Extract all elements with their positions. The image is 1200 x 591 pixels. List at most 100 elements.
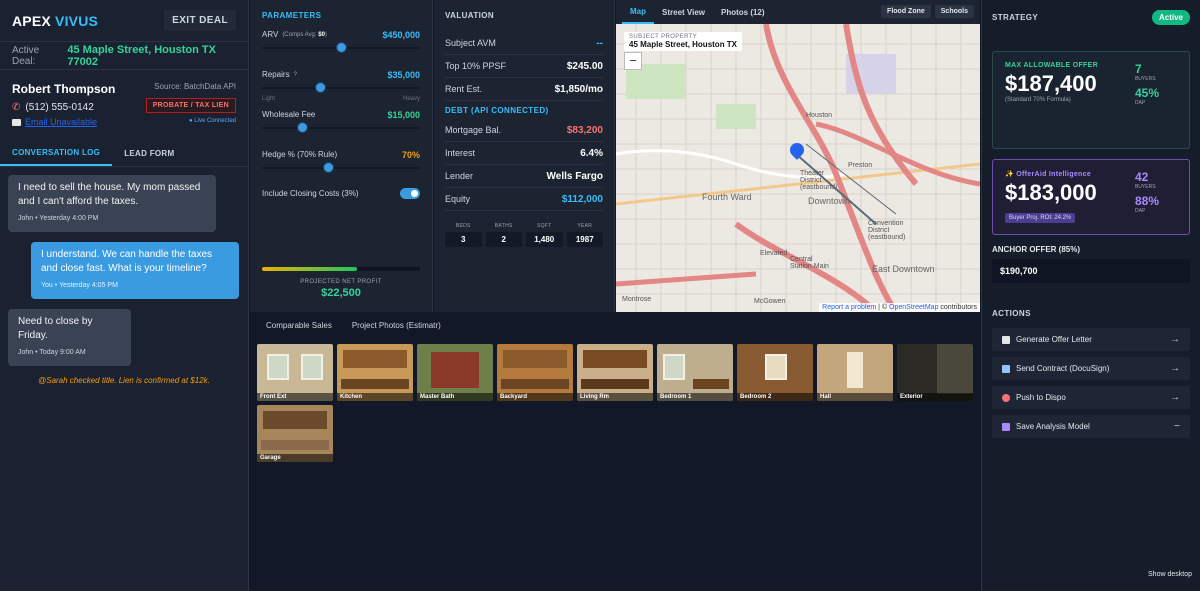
- roi-badge: Buyer Proj. ROI: 24.2%: [1005, 213, 1076, 223]
- wholesale-fee-knob[interactable]: [296, 122, 308, 133]
- map-label: Theater District (eastbound): [800, 170, 838, 191]
- valuation-row: Top 10% PPSF $245.00: [445, 55, 603, 78]
- active-deal-label: Active Deal:: [12, 44, 40, 67]
- map-label: Montrose: [622, 296, 652, 303]
- report-problem-link[interactable]: Report a problem: [822, 304, 876, 311]
- debt-row: Interest 6.4%: [445, 142, 603, 165]
- osm-link[interactable]: OpenStreetMap: [889, 304, 938, 311]
- lead-tag: PROBATE / TAX LIEN: [145, 98, 236, 113]
- repairs-slider[interactable]: Repairs ? $35,000: [262, 70, 420, 100]
- valuation-panel: VALUATION Subject AVM -- Top 10% PPSF $245…: [434, 0, 615, 312]
- minus-icon: −: [1174, 421, 1180, 432]
- photo-thumb[interactable]: Front Ext: [257, 344, 333, 401]
- tab-conversation-log[interactable]: CONVERSATION LOG: [0, 140, 113, 166]
- map-label: Fourth Ward: [702, 192, 752, 202]
- photo-thumb[interactable]: Bedroom 2: [737, 344, 813, 401]
- zoom-out-button[interactable]: −: [624, 52, 642, 70]
- strategy-panel: STRATEGY Active MAX ALLOWABLE OFFER $187…: [981, 0, 1200, 591]
- left-tabs: CONVERSATION LOG LEAD FORM: [0, 140, 248, 167]
- document-icon: [1002, 335, 1010, 344]
- send-contract-button[interactable]: Send Contract (DocuSign) →: [992, 357, 1190, 380]
- map-attribution: Report a problem | © OpenStreetMap contr…: [819, 303, 980, 312]
- debt-title: DEBT (API CONNECTED): [445, 106, 549, 115]
- generate-offer-letter-button[interactable]: Generate Offer Letter →: [992, 328, 1190, 351]
- photo-thumb[interactable]: Kitchen: [337, 344, 413, 401]
- closing-costs-label: Include Closing Costs (3%): [262, 189, 359, 198]
- map-label: Elevated: [760, 250, 788, 257]
- photo-thumb[interactable]: Backyard: [497, 344, 573, 401]
- flood-zone-button[interactable]: Flood Zone: [881, 5, 931, 18]
- schools-button[interactable]: Schools: [934, 5, 974, 18]
- debt-row: Lender Wells Fargo: [445, 165, 603, 188]
- app-root: APEX VIVUS EXIT DEAL Active Deal: 45 Map…: [0, 0, 1200, 591]
- hedge-knob[interactable]: [323, 162, 335, 173]
- hedge-slider[interactable]: Hedge % (70% Rule) 70%: [262, 150, 420, 180]
- anchor-offer-value[interactable]: $190,700: [992, 259, 1190, 283]
- tab-project-photos[interactable]: Project Photos (Estimatr): [342, 321, 451, 330]
- contact-card: Robert Thompson ✆ (512) 555-0142 Email Un…: [0, 70, 248, 140]
- message-bubble: I need to sell the house. My mom passed …: [8, 175, 216, 232]
- tab-street-view[interactable]: Street View: [654, 0, 713, 24]
- profit-label: PROJECTED NET PROFIT: [300, 279, 382, 285]
- valuation-row: Subject AVM --: [445, 32, 603, 55]
- map-label: Convention District (eastbound): [868, 220, 906, 241]
- photos-panel: Comparable Sales Project Photos (Estimat…: [250, 313, 980, 591]
- tab-lead-form[interactable]: LEAD FORM: [112, 140, 186, 166]
- subject-property-card: SUBJECT PROPERTY 45 Maple Street, Housto…: [624, 32, 743, 51]
- conversation-log: I need to sell the house. My mom passed …: [0, 167, 248, 393]
- arv-value: $450,000: [382, 30, 420, 40]
- tab-comparable-sales[interactable]: Comparable Sales: [256, 321, 342, 330]
- map-label: McGowen: [754, 298, 786, 305]
- closing-costs-toggle[interactable]: [400, 188, 420, 199]
- stat-baths: BATHS 2: [485, 223, 522, 247]
- photo-thumb[interactable]: Bedroom 1: [657, 344, 733, 401]
- arrow-right-icon: →: [1170, 363, 1180, 374]
- brand-logo: APEX VIVUS: [12, 12, 99, 29]
- tab-photos[interactable]: Photos (12): [713, 0, 773, 24]
- internal-note: @Sarah checked title. Lien is confirmed …: [38, 376, 210, 385]
- map-label: Central Station Main: [790, 256, 829, 270]
- arv-knob[interactable]: [336, 42, 347, 53]
- valuation-title: VALUATION: [445, 11, 495, 20]
- show-desktop-button[interactable]: Show desktop: [1148, 571, 1192, 578]
- push-to-dispo-button[interactable]: Push to Dispo →: [992, 386, 1190, 409]
- parameters-title: PARAMETERS: [262, 11, 322, 20]
- hedge-value: 70%: [401, 150, 420, 160]
- anchor-offer-label: ANCHOR OFFER (85%): [992, 245, 1081, 254]
- tab-map[interactable]: Map: [622, 0, 654, 24]
- active-deal: Active Deal: 45 Maple Street, Houston TX…: [0, 42, 248, 70]
- stat-beds: BEDS 3: [445, 223, 482, 247]
- offeraid-card: ✨ OfferAid Intelligence $183,000 Buyer P…: [992, 159, 1190, 235]
- photo-thumb[interactable]: Exterior: [897, 344, 973, 401]
- brand-bar: APEX VIVUS EXIT DEAL: [0, 0, 248, 42]
- mail-icon: [12, 118, 21, 126]
- map-label: Preston: [848, 162, 873, 169]
- lead-panel: APEX VIVUS EXIT DEAL Active Deal: 45 Map…: [0, 0, 249, 591]
- exit-deal-button[interactable]: EXIT DEAL: [164, 10, 236, 31]
- save-analysis-button[interactable]: Save Analysis Model −: [992, 415, 1190, 438]
- photo-thumb[interactable]: Hall: [817, 344, 893, 401]
- wholesale-fee-slider[interactable]: Wholesale Fee $15,000: [262, 110, 420, 140]
- map-label: East Downtown: [872, 264, 935, 274]
- wholesale-fee-value: $15,000: [387, 110, 420, 120]
- repairs-value: $35,000: [387, 70, 420, 80]
- repairs-knob[interactable]: [315, 82, 327, 93]
- closing-costs-row: Include Closing Costs (3%): [262, 188, 420, 199]
- photo-thumb[interactable]: Garage: [257, 405, 333, 462]
- debt-row: Equity $112,000: [445, 188, 603, 211]
- arrow-right-icon: →: [1170, 334, 1180, 345]
- stat-sqft: SQFT 1,480: [526, 223, 563, 247]
- live-status: ● Live Connected: [189, 118, 236, 124]
- message-bubble: Need to close by Friday. John • Today 9:…: [8, 309, 131, 366]
- message-bubble: I understand. We can handle the taxes an…: [31, 242, 239, 299]
- help-icon[interactable]: ?: [294, 72, 297, 78]
- arv-slider[interactable]: ARV (Comps Avg: $0) $450,000: [262, 30, 420, 60]
- save-icon: [1002, 422, 1010, 431]
- strategy-title: STRATEGY: [992, 13, 1039, 22]
- photo-thumb[interactable]: Master Bath: [417, 344, 493, 401]
- map-canvas[interactable]: Fourth Ward Downtown East Downtown Montr…: [616, 24, 980, 312]
- photo-thumb[interactable]: Living Rm: [577, 344, 653, 401]
- map-label: Downtown: [808, 196, 851, 206]
- actions-title: ACTIONS: [992, 309, 1031, 318]
- max-offer-card: MAX ALLOWABLE OFFER $187,400 (Standard 7…: [992, 51, 1190, 149]
